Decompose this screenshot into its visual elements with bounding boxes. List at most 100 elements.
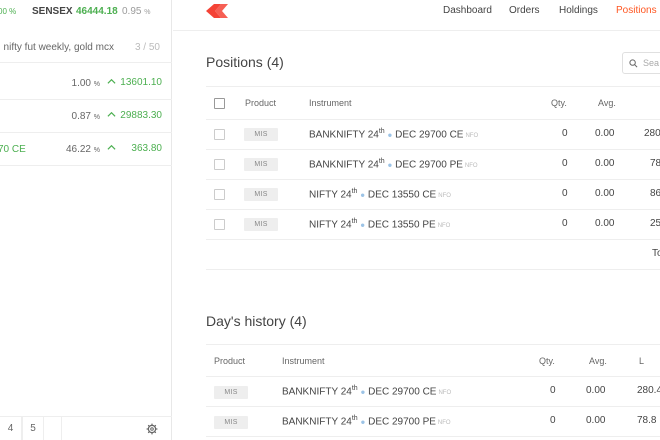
instrument-contract: DEC 29700 CE	[395, 129, 464, 141]
instrument-suffix: th	[378, 158, 385, 165]
nav-holdings[interactable]: Holdings	[559, 5, 598, 16]
instrument-contract: DEC 29700 PE	[368, 416, 436, 428]
col-qty[interactable]: Qty.	[539, 356, 555, 366]
history-title: Day's history (4)	[206, 313, 307, 329]
instrument-name: BANKNIFTY 24th ● DEC 29700 CE NFO	[282, 385, 451, 397]
watchlist-page-empty[interactable]	[44, 417, 62, 440]
arrow-up-icon	[107, 111, 116, 117]
select-all-checkbox[interactable]	[214, 98, 225, 109]
main-content: Positions (4) Sea Product Instrument Qty…	[173, 32, 660, 440]
weekly-dot-icon: ●	[387, 160, 393, 170]
col-product[interactable]: Product	[214, 356, 245, 366]
instrument-name: NIFTY 24th ● DEC 13550 PE NFO	[309, 218, 450, 230]
avg-value: 0.00	[595, 218, 615, 229]
table-row[interactable]: MIS BANKNIFTY 24th ● DEC 29700 PE NFO 0 0…	[206, 407, 660, 437]
weekly-dot-icon: ●	[387, 130, 393, 140]
watchlist-page-5[interactable]: 5	[22, 417, 44, 440]
positions-search-input[interactable]: Sea	[643, 58, 659, 68]
market-ticker: 00 % SENSEX 46444.18 0.95 %	[0, 0, 172, 24]
arrow-up-icon	[107, 78, 116, 84]
product-badge: MIS	[244, 158, 278, 171]
watchlist-item-pct: 46.22 %	[66, 144, 100, 155]
ticker-change-unit: %	[144, 9, 151, 16]
exchange-label: NFO	[438, 390, 452, 397]
watchlist-panel: 00 % SENSEX 46444.18 0.95 % , nifty fut …	[0, 0, 172, 440]
weekly-dot-icon: ●	[360, 417, 366, 427]
search-icon	[629, 59, 638, 68]
instrument-symbol: NIFTY 24	[309, 219, 352, 231]
avg-value: 0.00	[595, 158, 615, 169]
row-checkbox[interactable]	[214, 129, 225, 140]
weekly-dot-icon: ●	[360, 387, 366, 397]
table-row[interactable]: MIS NIFTY 24th ● DEC 13550 CE NFO 0 0.00 …	[206, 180, 660, 210]
instrument-name: BANKNIFTY 24th ● DEC 29700 PE NFO	[309, 158, 478, 170]
col-qty[interactable]: Qty.	[551, 98, 567, 108]
product-badge: MIS	[244, 188, 278, 201]
avg-value: 0.00	[595, 128, 615, 139]
positions-table-header: Product Instrument Qty. Avg.	[206, 86, 660, 120]
watchlist-item[interactable]: 1.00 % 13601.10	[0, 67, 172, 100]
positions-title: Positions (4)	[206, 54, 284, 70]
col-instrument[interactable]: Instrument	[282, 356, 325, 366]
positions-search[interactable]: Sea	[622, 52, 660, 74]
col-instrument[interactable]: Instrument	[309, 98, 352, 108]
nav-positions[interactable]: Positions	[616, 5, 657, 16]
instrument-symbol: BANKNIFTY 24	[309, 159, 379, 171]
weekly-dot-icon: ●	[360, 220, 366, 230]
watchlist-search[interactable]: , nifty fut weekly, gold mcx 3 / 50	[0, 33, 172, 63]
arrow-up-icon	[107, 144, 116, 150]
ltp-value: 78.8	[637, 415, 657, 426]
top-header: Dashboard Orders Holdings Positions	[173, 0, 660, 31]
pct-unit: %	[93, 81, 100, 88]
watchlist-item-pct: 1.00 %	[72, 78, 100, 89]
instrument-contract: DEC 13550 PE	[367, 219, 436, 231]
watchlist-page-4[interactable]: 4	[0, 417, 22, 440]
row-checkbox[interactable]	[214, 159, 225, 170]
ticker-change: 0.95 %	[122, 6, 150, 17]
watchlist-item-price: 363.80	[131, 143, 162, 154]
instrument-contract: DEC 29700 PE	[395, 159, 463, 171]
instrument-name: BANKNIFTY 24th ● DEC 29700 PE NFO	[282, 415, 451, 427]
instrument-name: BANKNIFTY 24th ● DEC 29700 CE NFO	[309, 128, 478, 140]
table-row[interactable]: MIS BANKNIFTY 24th ● DEC 29700 PE NFO 0 0…	[206, 150, 660, 180]
watchlist-search-input[interactable]: , nifty fut weekly, gold mcx	[0, 42, 114, 53]
kite-logo-icon[interactable]	[206, 4, 228, 18]
nav-orders[interactable]: Orders	[509, 5, 540, 16]
col-ltp[interactable]: L	[639, 356, 644, 366]
instrument-name: NIFTY 24th ● DEC 13550 CE NFO	[309, 188, 451, 200]
ticker-change-value: 0.95	[122, 6, 142, 17]
watchlist-item[interactable]: 0.87 % 29883.30	[0, 100, 172, 133]
table-row[interactable]: MIS BANKNIFTY 24th ● DEC 29700 CE NFO 0 0…	[206, 377, 660, 407]
ltp-value: 280	[644, 128, 660, 139]
positions-total-row: To	[206, 240, 660, 270]
table-row[interactable]: MIS NIFTY 24th ● DEC 13550 PE NFO 0 0.00 …	[206, 210, 660, 240]
watchlist-count: 3 / 50	[134, 42, 160, 53]
qty-value: 0	[562, 188, 568, 199]
watchlist-item-price: 29883.30	[120, 110, 162, 121]
table-row[interactable]: MIS BANKNIFTY 24th ● DEC 29700 CE NFO 0 0…	[206, 120, 660, 150]
nav-dashboard[interactable]: Dashboard	[443, 5, 492, 16]
exchange-label: NFO	[437, 223, 451, 230]
instrument-contract: DEC 13550 CE	[367, 189, 437, 201]
product-badge: MIS	[214, 386, 248, 399]
ltp-value: 78	[650, 158, 660, 169]
instrument-suffix: th	[351, 415, 358, 422]
watchlist-item-pct: 0.87 %	[72, 111, 100, 122]
col-product[interactable]: Product	[245, 98, 276, 108]
ticker-name[interactable]: SENSEX	[32, 6, 73, 17]
history-table-header: Product Instrument Qty. Avg. L	[206, 344, 660, 377]
row-checkbox[interactable]	[214, 189, 225, 200]
col-avg[interactable]: Avg.	[598, 98, 616, 108]
gear-icon[interactable]	[146, 423, 158, 435]
qty-value: 0	[550, 415, 556, 426]
instrument-suffix: th	[351, 188, 358, 195]
ticker-value: 46444.18	[76, 6, 118, 17]
col-avg[interactable]: Avg.	[589, 356, 607, 366]
row-checkbox[interactable]	[214, 219, 225, 230]
pct-unit: %	[93, 114, 100, 121]
avg-value: 0.00	[595, 188, 615, 199]
instrument-symbol: BANKNIFTY 24	[309, 129, 379, 141]
ltp-value: 280.4	[637, 385, 660, 396]
watchlist-item[interactable]: 70 CE 46.22 % 363.80	[0, 133, 172, 166]
exchange-label: NFO	[465, 133, 479, 140]
